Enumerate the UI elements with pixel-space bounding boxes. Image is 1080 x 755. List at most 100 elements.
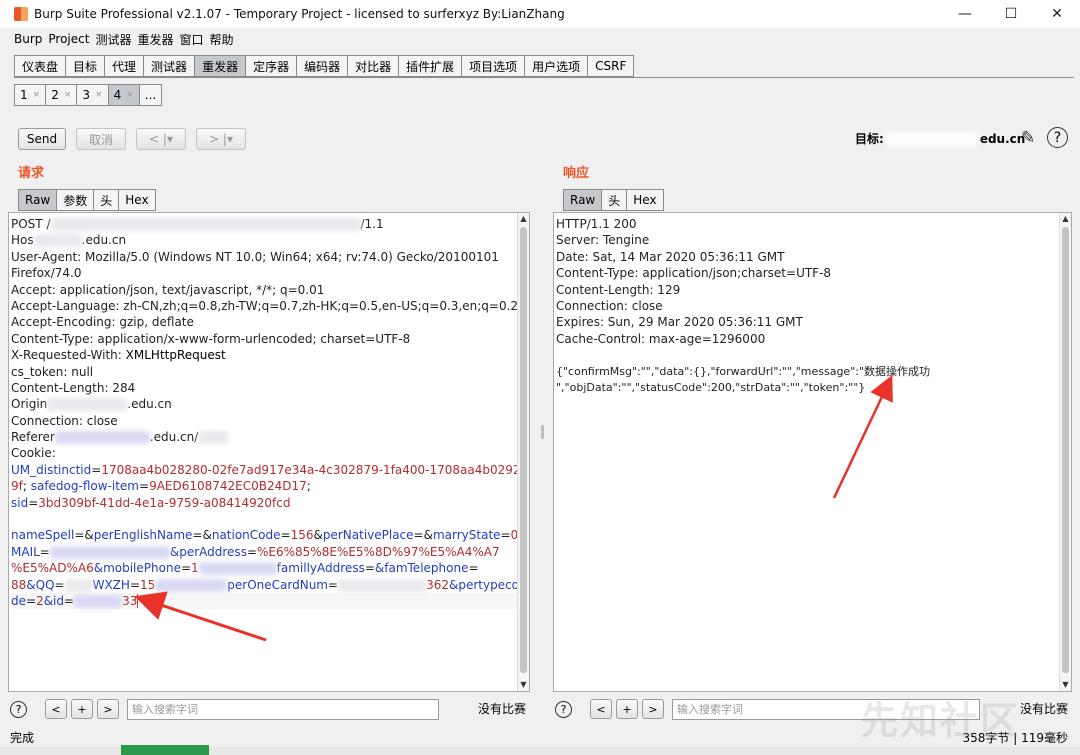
- menu-repeater[interactable]: 重发器: [137, 31, 173, 48]
- tab-proxy[interactable]: 代理: [104, 55, 144, 77]
- repeater-tabs: 1 × 2 × 3 × 4 × ...: [14, 84, 163, 106]
- splitter-grip[interactable]: [541, 425, 544, 439]
- forward-button[interactable]: > |▾: [196, 128, 246, 150]
- tab-repeater[interactable]: 重发器: [194, 55, 246, 77]
- repeater-tab-3[interactable]: 3 ×: [76, 84, 108, 106]
- window-controls: — ☐ ✕: [942, 0, 1080, 28]
- response-line: Expires: Sun, 29 Mar 2020 05:36:11 GMT: [556, 315, 803, 330]
- request-search-input[interactable]: 输入搜索字词: [127, 698, 439, 720]
- repeater-tab-4[interactable]: 4 ×: [107, 84, 139, 106]
- minimize-button[interactable]: —: [942, 0, 988, 28]
- request-label: 请求: [18, 166, 45, 181]
- tab-project-options[interactable]: 项目选项: [461, 55, 525, 77]
- request-search-bar: ? < + > 输入搜索字词: [10, 697, 439, 721]
- scroll-thumb[interactable]: [1062, 227, 1069, 673]
- window-title: Burp Suite Professional v2.1.07 - Tempor…: [34, 7, 565, 21]
- tab-sequencer[interactable]: 定序器: [245, 55, 297, 77]
- request-scrollbar[interactable]: ▲ ▼: [517, 213, 529, 691]
- header-cookie: Cookie:: [11, 446, 56, 461]
- menu-project[interactable]: Project: [48, 32, 89, 46]
- tab-target[interactable]: 目标: [65, 55, 105, 77]
- menu-help[interactable]: 帮助: [210, 31, 234, 48]
- menu-window[interactable]: 窗口: [179, 31, 203, 48]
- cancel-button[interactable]: 取消: [76, 128, 126, 150]
- search-next-button[interactable]: >: [97, 699, 119, 719]
- tab-intruder[interactable]: 测试器: [143, 55, 195, 77]
- body-line: MAIL= &perAddress=%E6%85%8E%E5%8D%97%E5%A…: [11, 544, 500, 559]
- close-button[interactable]: ✕: [1034, 0, 1080, 28]
- repeater-tab-2[interactable]: 2 ×: [45, 84, 77, 106]
- request-tab-hex[interactable]: Hex: [118, 189, 156, 211]
- repeater-tab-more[interactable]: ...: [138, 84, 163, 106]
- tab-csrf[interactable]: CSRF: [587, 55, 635, 77]
- tab-divider: [14, 77, 1074, 78]
- pencil-icon[interactable]: ✎: [1021, 128, 1035, 148]
- response-line: Date: Sat, 14 Mar 2020 05:36:11 GMT: [556, 249, 785, 264]
- header-cs-token: cs_token: null: [11, 364, 94, 379]
- request-tab-raw[interactable]: Raw: [18, 189, 57, 211]
- search-add-button[interactable]: +: [616, 699, 638, 719]
- repeater-tab-1[interactable]: 1 ×: [14, 84, 46, 106]
- repeater-toolbar: Send 取消 < |▾ > |▾: [18, 127, 256, 151]
- tab-dashboard[interactable]: 仪表盘: [14, 55, 66, 77]
- header-user-agent-cont: Firefox/74.0: [11, 266, 82, 281]
- header-content-type: Content-Type: application/x-www-form-url…: [11, 331, 411, 346]
- scroll-down-icon[interactable]: ▼: [518, 679, 529, 691]
- maximize-button[interactable]: ☐: [988, 0, 1034, 28]
- target-host[interactable]: 目标: edu.cn: [855, 130, 1025, 147]
- menu-burp[interactable]: Burp: [14, 32, 42, 46]
- pane-splitter[interactable]: [540, 150, 545, 690]
- title-bar: Burp Suite Professional v2.1.07 - Tempor…: [0, 0, 1080, 28]
- response-body: HTTP/1.1 200 Server: Tengine Date: Sat, …: [554, 213, 1071, 396]
- body-line: %E5%AD%A6&mobilePhone=1 famillyAddress=&f…: [11, 561, 479, 576]
- send-button[interactable]: Send: [18, 128, 66, 150]
- request-line: POST //1.1: [11, 217, 384, 231]
- redacted-host: [885, 131, 978, 146]
- response-label: 响应: [563, 166, 590, 181]
- search-prev-button[interactable]: <: [45, 699, 67, 719]
- scroll-up-icon[interactable]: ▲: [1060, 213, 1071, 225]
- menu-intruder[interactable]: 测试器: [95, 31, 131, 48]
- header-origin: Origin .edu.cn: [11, 397, 172, 412]
- close-tab-icon[interactable]: ×: [64, 90, 72, 100]
- close-tab-icon[interactable]: ×: [95, 90, 103, 100]
- help-icon[interactable]: ?: [10, 700, 27, 718]
- response-tab-hex[interactable]: Hex: [626, 189, 664, 211]
- response-tab-raw[interactable]: Raw: [563, 189, 602, 211]
- request-tab-headers[interactable]: 头: [93, 189, 119, 211]
- help-icon[interactable]: ?: [555, 700, 572, 718]
- response-editor[interactable]: HTTP/1.1 200 Server: Tengine Date: Sat, …: [553, 212, 1072, 692]
- header-accept-language: Accept-Language: zh-CN,zh;q=0.8,zh-TW;q=…: [11, 298, 519, 313]
- scroll-down-icon[interactable]: ▼: [1060, 679, 1071, 691]
- header-connection: Connection: close: [11, 413, 118, 428]
- back-button[interactable]: < |▾: [136, 128, 186, 150]
- scroll-thumb[interactable]: [520, 227, 527, 673]
- search-prev-button[interactable]: <: [590, 699, 612, 719]
- request-editor[interactable]: POST //1.1 Hos .edu.cn User-Agent: Mozill…: [8, 212, 530, 692]
- watermark: 先知社区: [860, 699, 1021, 743]
- request-tab-params[interactable]: 参数: [56, 189, 94, 211]
- close-tab-icon[interactable]: ×: [126, 90, 134, 100]
- tab-comparer[interactable]: 对比器: [347, 55, 399, 77]
- chevron-right-icon: >: [209, 132, 220, 146]
- repeater-tab-label: ...: [144, 88, 157, 102]
- response-scrollbar[interactable]: ▲ ▼: [1059, 213, 1071, 691]
- response-tab-headers[interactable]: 头: [601, 189, 627, 211]
- response-line: Content-Length: 129: [556, 282, 681, 297]
- response-line: Content-Type: application/json;charset=U…: [556, 266, 832, 281]
- repeater-tab-label: 3: [82, 88, 91, 102]
- tab-decoder[interactable]: 编码器: [296, 55, 348, 77]
- tab-user-options[interactable]: 用户选项: [524, 55, 588, 77]
- request-body: POST //1.1 Hos .edu.cn User-Agent: Mozill…: [9, 213, 529, 610]
- help-icon[interactable]: ?: [1047, 127, 1068, 148]
- dropdown-icon: |▾: [162, 132, 173, 146]
- close-tab-icon[interactable]: ×: [33, 90, 41, 100]
- scroll-up-icon[interactable]: ▲: [518, 213, 529, 225]
- response-line: Connection: close: [556, 298, 663, 313]
- search-next-button[interactable]: >: [642, 699, 664, 719]
- tab-extender[interactable]: 插件扩展: [398, 55, 462, 77]
- burp-logo-icon: [14, 7, 28, 21]
- cookie-line: 9f; safedog-flow-item=9AED6108742EC0B24D…: [11, 479, 311, 494]
- search-add-button[interactable]: +: [71, 699, 93, 719]
